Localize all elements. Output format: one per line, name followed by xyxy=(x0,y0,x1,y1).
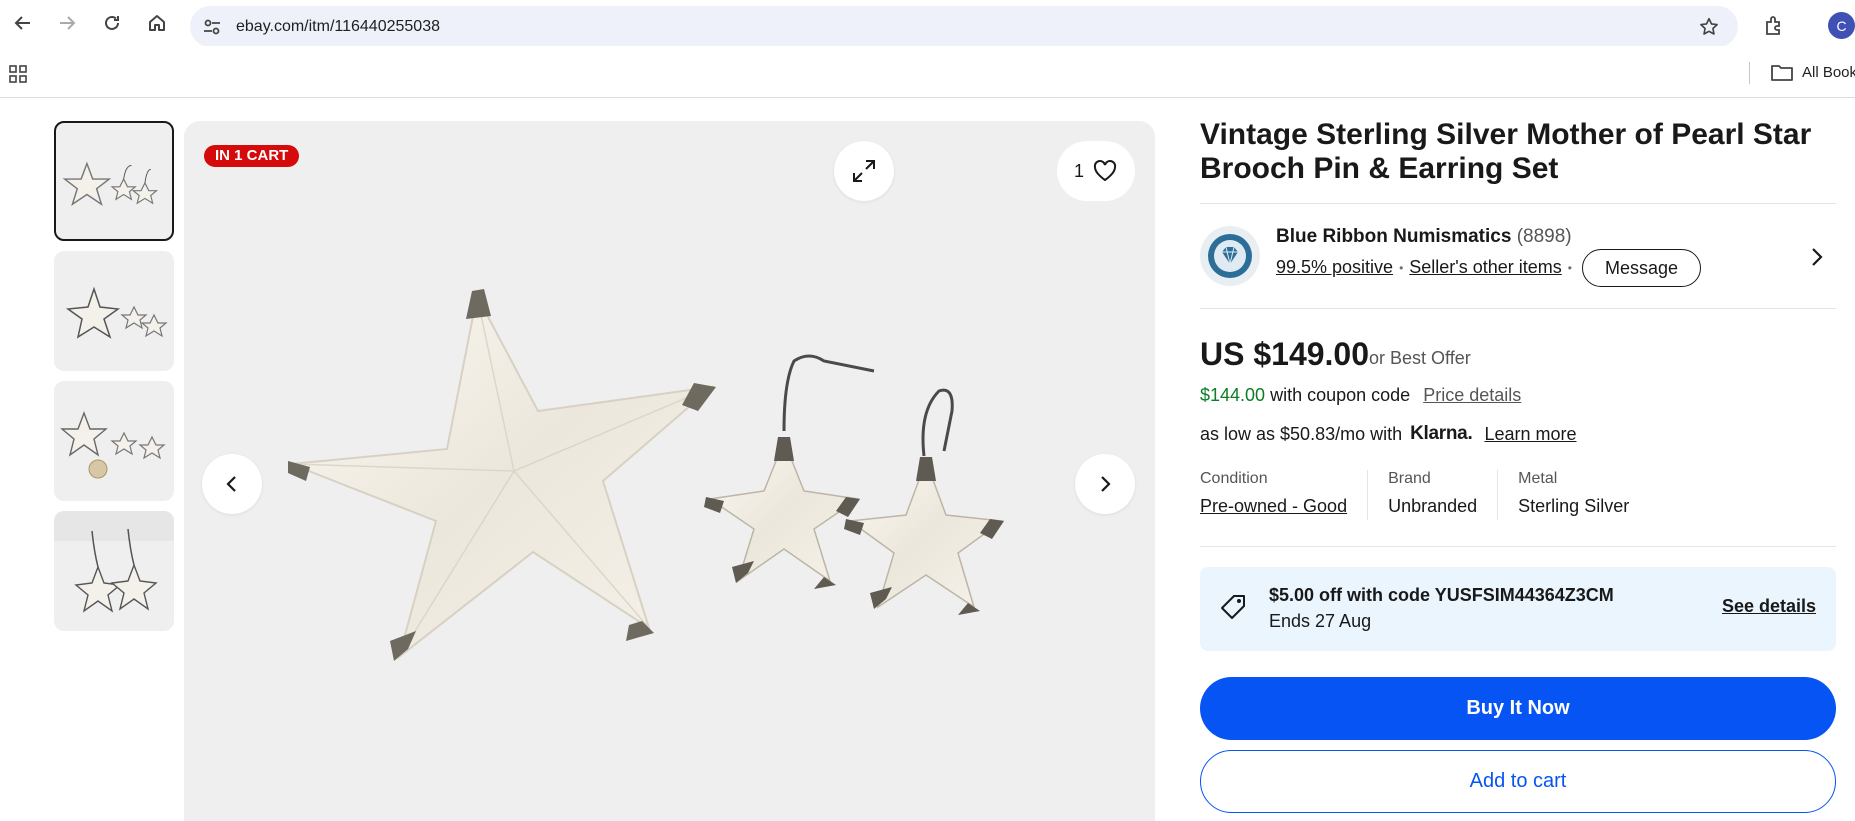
installment-text: as low as $50.83/mo with xyxy=(1200,423,1403,444)
promo-expiry: Ends 27 Aug xyxy=(1269,611,1372,631)
ribbon-badge-icon xyxy=(1208,234,1252,278)
klarna-logo: Klarna. xyxy=(1410,423,1473,444)
seller-links: 99.5% positive • Seller's other items • xyxy=(1276,257,1572,278)
best-offer-label: or Best Offer xyxy=(1369,348,1471,368)
item-price: US $149.00 xyxy=(1200,336,1370,372)
folder-icon xyxy=(1771,65,1793,81)
chevron-right-icon xyxy=(1101,476,1111,492)
seller-positive-link[interactable]: 99.5% positive xyxy=(1276,257,1393,278)
browser-toolbar: ebay.com/itm/116440255038 C xyxy=(0,0,1855,47)
coupon-promo-banner: $5.00 off with code YUSFSIM44364Z3CM End… xyxy=(1200,567,1836,651)
promo-title: $5.00 off with code YUSFSIM44364Z3CM xyxy=(1269,585,1614,605)
seller-name[interactable]: Blue Ribbon Numismatics xyxy=(1276,226,1511,247)
separator-dot: • xyxy=(1567,260,1572,275)
learn-more-link[interactable]: Learn more xyxy=(1484,424,1576,445)
condition-link[interactable]: Pre-owned - Good xyxy=(1200,496,1347,517)
coupon-price-line: $144.00 with coupon code Price details xyxy=(1200,385,1521,406)
listing-title: Vintage Sterling Silver Mother of Pearl … xyxy=(1200,118,1812,185)
chevron-left-icon xyxy=(226,476,236,492)
spec-metal: Metal Sterling Silver xyxy=(1497,470,1649,520)
thumbnail-3[interactable] xyxy=(54,381,174,501)
installment-line: as low as $50.83/mo with Klarna. Learn m… xyxy=(1200,423,1577,445)
product-thumbnail-image xyxy=(65,286,168,339)
spec-label: Brand xyxy=(1388,470,1431,487)
item-specifics: Condition Pre-owned - Good Brand Unbrand… xyxy=(1200,470,1649,520)
price-details-link[interactable]: Price details xyxy=(1423,385,1521,405)
watch-count: 1 xyxy=(1073,160,1084,181)
heart-icon xyxy=(1093,159,1117,182)
price-tag-icon xyxy=(1221,595,1245,619)
divider xyxy=(1200,546,1836,547)
expand-icon xyxy=(853,160,875,182)
apps-grid-icon[interactable] xyxy=(8,64,28,84)
reload-icon[interactable] xyxy=(99,10,125,36)
thumbnail-1[interactable] xyxy=(54,121,174,241)
product-thumbnail-image xyxy=(62,161,159,206)
address-bar[interactable]: ebay.com/itm/116440255038 xyxy=(190,6,1738,47)
add-to-cart-button[interactable]: Add to cart xyxy=(1200,750,1836,813)
spec-condition: Condition Pre-owned - Good xyxy=(1200,470,1367,520)
site-settings-icon[interactable] xyxy=(202,17,222,37)
seller-feedback-count: (8898) xyxy=(1516,226,1572,247)
url-text[interactable]: ebay.com/itm/116440255038 xyxy=(236,18,440,36)
product-thumbnail-image xyxy=(60,411,166,479)
all-bookmarks-link[interactable]: All Book xyxy=(1802,64,1855,81)
see-details-link[interactable]: See details xyxy=(1722,596,1816,617)
bookmarks-bar: All Book xyxy=(0,46,1855,98)
back-arrow-icon[interactable] xyxy=(10,10,36,36)
seller-other-items-link[interactable]: Seller's other items xyxy=(1409,257,1562,278)
thumbnail-2[interactable] xyxy=(54,251,174,371)
next-image-button[interactable] xyxy=(1075,454,1135,514)
chevron-right-icon[interactable] xyxy=(1806,246,1828,268)
profile-avatar[interactable]: C xyxy=(1828,12,1855,39)
divider xyxy=(1200,308,1836,309)
seller-name-row[interactable]: Blue Ribbon Numismatics (8898) xyxy=(1276,226,1572,248)
extensions-puzzle-icon[interactable] xyxy=(1762,14,1786,38)
forward-arrow-icon[interactable] xyxy=(54,10,80,36)
spec-value: Unbranded xyxy=(1388,496,1478,516)
spec-brand: Brand Unbranded xyxy=(1367,470,1497,520)
message-seller-button[interactable]: Message xyxy=(1582,249,1701,287)
bookmarks-divider xyxy=(1749,62,1750,84)
product-photo xyxy=(288,289,1005,661)
separator-dot: • xyxy=(1399,260,1404,275)
in-cart-badge: IN 1 CART xyxy=(204,145,300,167)
spec-label: Metal xyxy=(1518,470,1558,487)
buy-it-now-button[interactable]: Buy It Now xyxy=(1200,677,1836,740)
divider xyxy=(1200,203,1836,204)
spec-value: Sterling Silver xyxy=(1518,496,1630,516)
previous-image-button[interactable] xyxy=(202,454,262,514)
seller-logo[interactable] xyxy=(1200,226,1260,286)
main-product-image[interactable]: IN 1 CART 1 xyxy=(184,121,1155,821)
spec-label: Condition xyxy=(1200,470,1268,487)
bookmark-star-icon[interactable] xyxy=(1698,16,1720,38)
coupon-text: with coupon code xyxy=(1270,385,1411,405)
product-thumbnail-image xyxy=(54,511,174,613)
thumbnail-4[interactable] xyxy=(54,511,174,631)
coupon-price: $144.00 xyxy=(1200,385,1266,405)
expand-image-button[interactable] xyxy=(834,141,894,201)
watchlist-button[interactable]: 1 xyxy=(1057,141,1135,201)
home-icon[interactable] xyxy=(144,10,170,36)
